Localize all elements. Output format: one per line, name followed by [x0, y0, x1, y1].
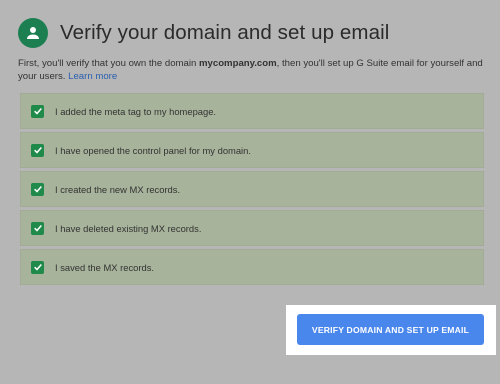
checklist-item[interactable]: I have opened the control panel for my d… [20, 132, 484, 168]
checklist-item[interactable]: I created the new MX records. [20, 171, 484, 207]
intro-text: First, you'll verify that you own the do… [18, 57, 488, 83]
check-icon[interactable] [31, 143, 44, 157]
learn-more-link[interactable]: Learn more [68, 71, 117, 82]
page-title: Verify your domain and set up email [60, 21, 390, 44]
checklist-item[interactable]: I added the meta tag to my homepage. [20, 93, 484, 129]
check-icon[interactable] [31, 260, 44, 274]
checklist-item[interactable]: I saved the MX records. [20, 249, 484, 285]
checklist-item-label: I created the new MX records. [55, 183, 181, 195]
check-icon[interactable] [31, 182, 44, 196]
verify-domain-button[interactable]: VERIFY DOMAIN AND SET UP EMAIL [297, 314, 484, 345]
check-icon[interactable] [31, 104, 44, 118]
domain-name: mycompany.com [199, 58, 277, 69]
checklist: I added the meta tag to my homepage. I h… [20, 93, 484, 288]
checklist-item[interactable]: I have deleted existing MX records. [20, 210, 484, 246]
checklist-item-label: I added the meta tag to my homepage. [55, 105, 217, 117]
checklist-item-label: I saved the MX records. [55, 261, 155, 273]
page-header: Verify your domain and set up email [18, 18, 389, 48]
checklist-item-label: I have deleted existing MX records. [55, 222, 202, 234]
checklist-item-label: I have opened the control panel for my d… [55, 144, 251, 156]
intro-text-before: First, you'll verify that you own the do… [18, 58, 199, 69]
check-icon[interactable] [31, 221, 44, 235]
person-icon [18, 18, 48, 48]
